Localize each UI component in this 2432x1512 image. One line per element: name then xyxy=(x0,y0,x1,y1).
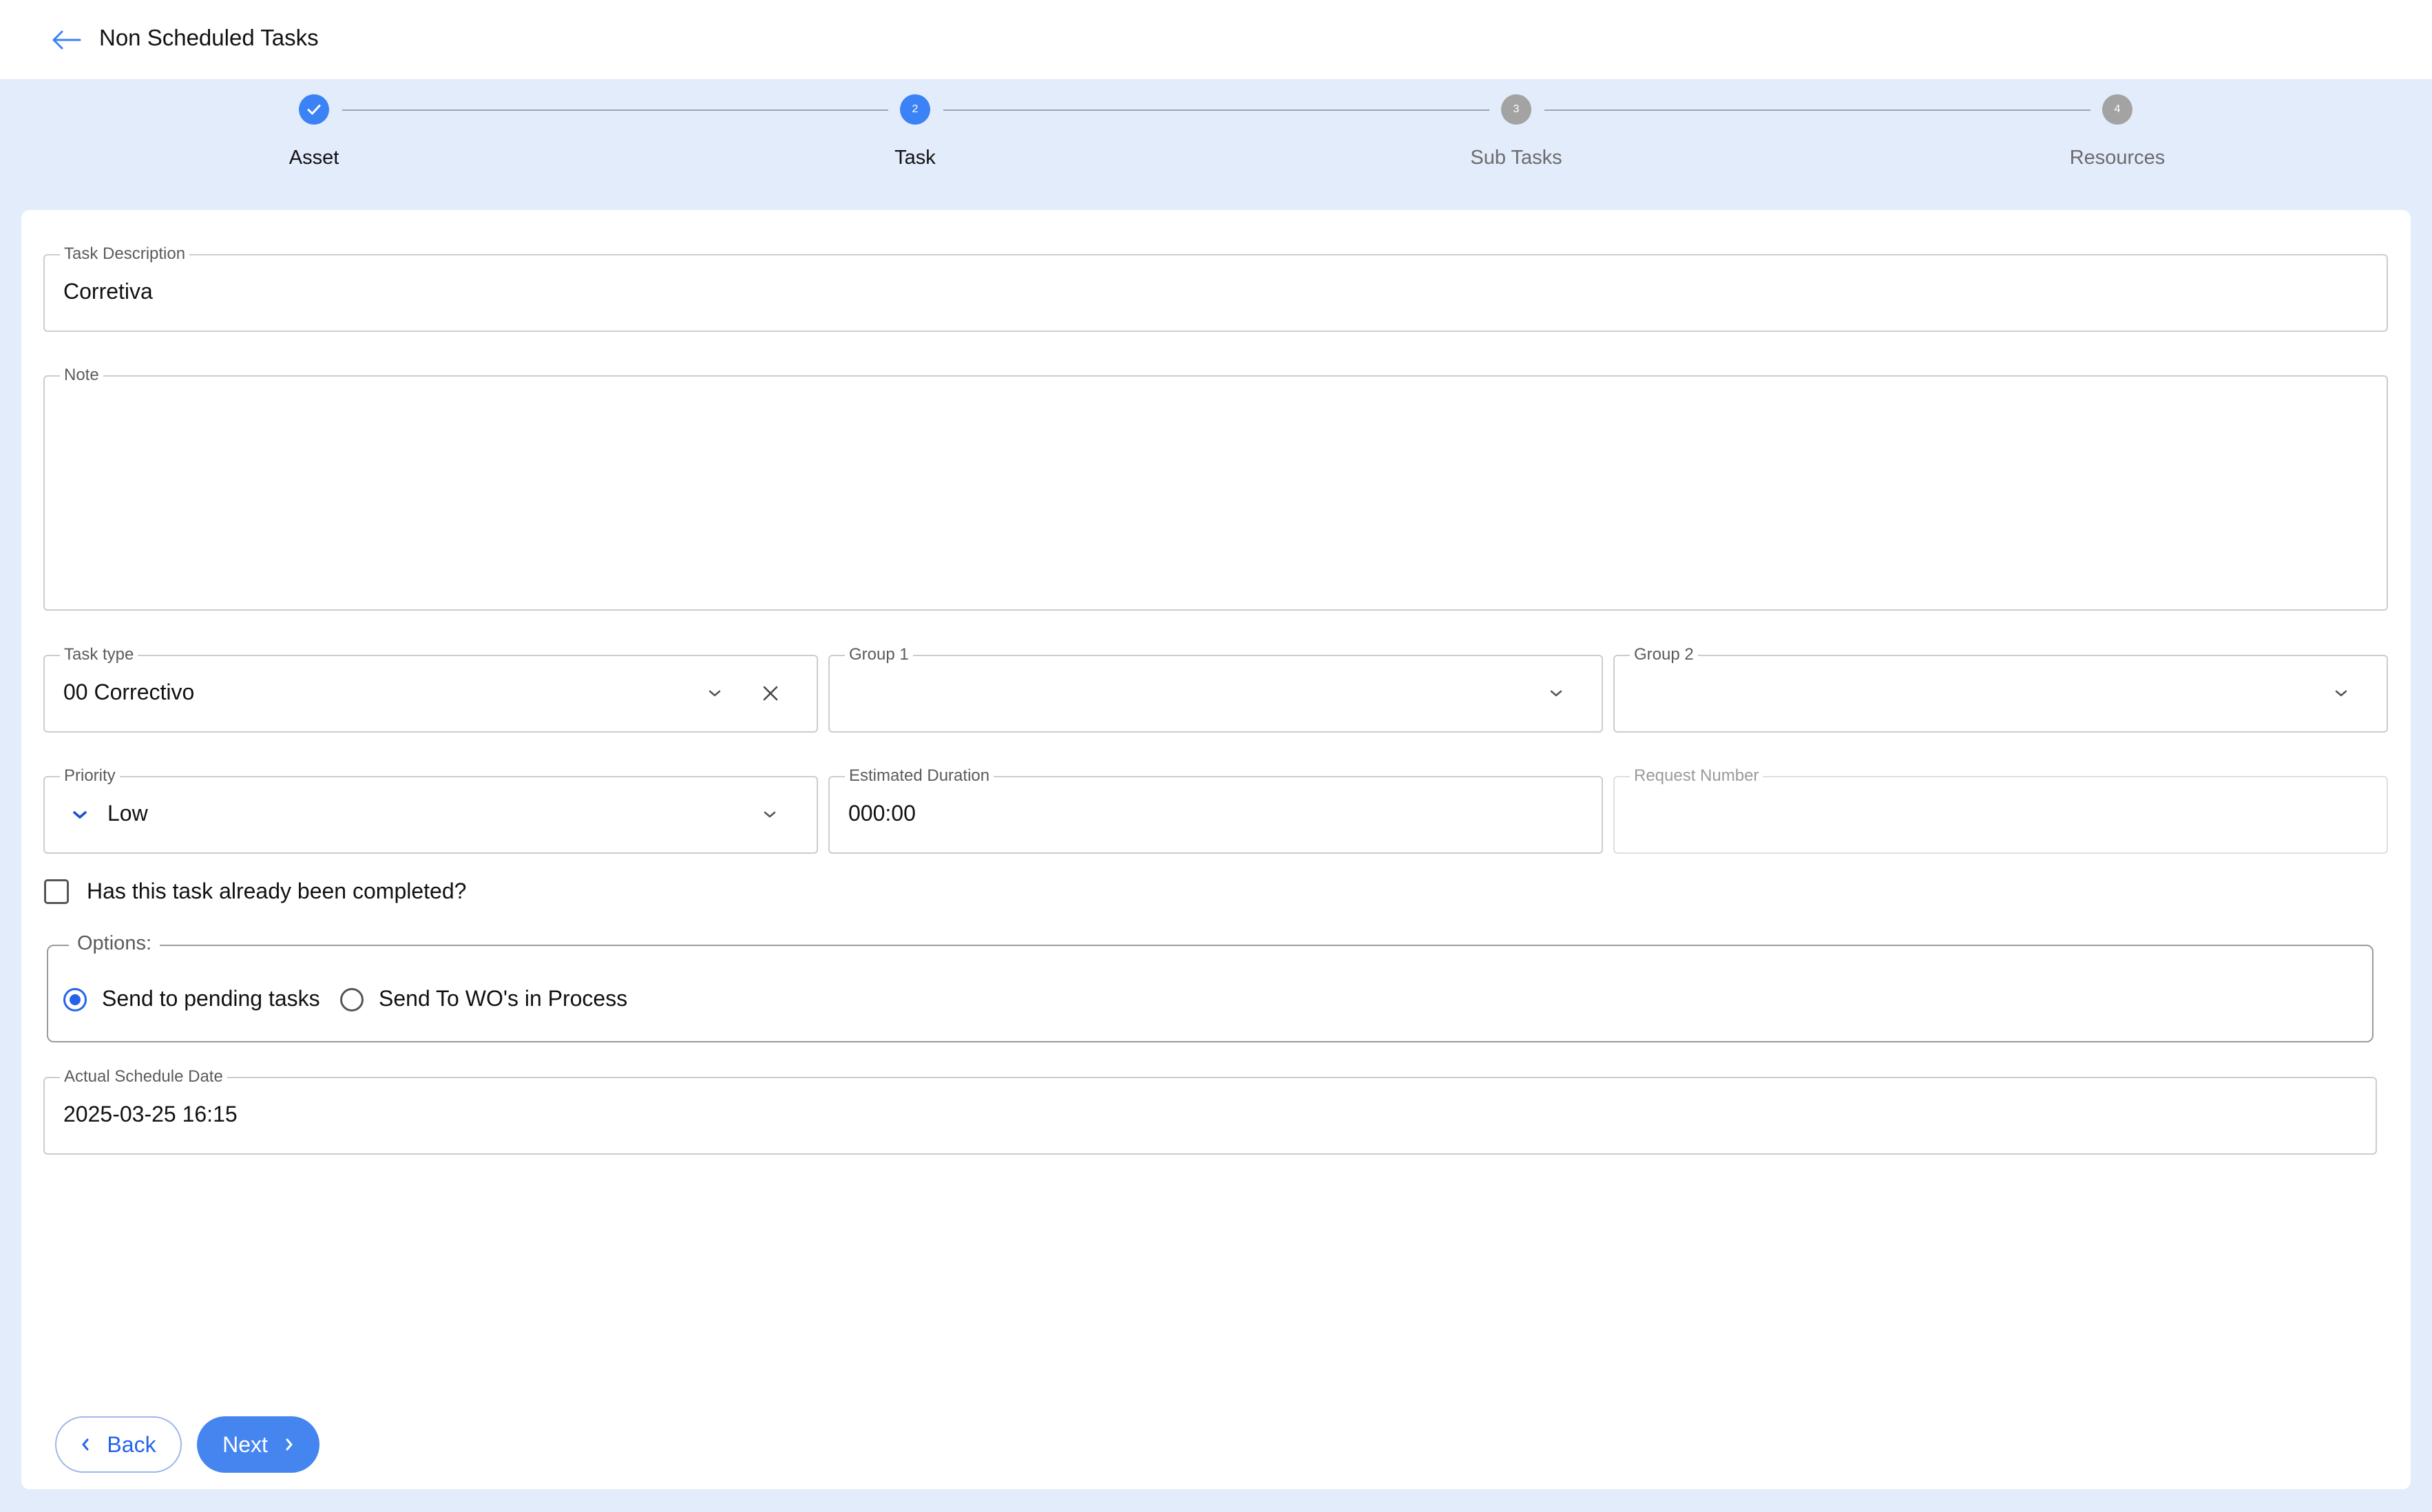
step-label-resources: Resources xyxy=(2069,147,2166,169)
send-to-pending-radio[interactable] xyxy=(63,988,87,1011)
estimated-duration-field[interactable]: Estimated Duration 000:00 xyxy=(828,766,1603,854)
group1-select[interactable]: Group 1 xyxy=(828,645,1603,733)
group2-label: Group 2 xyxy=(1630,645,1698,664)
send-to-wo-label[interactable]: Send To WO's in Process xyxy=(379,986,627,1011)
task-type-select[interactable]: Task type 00 Correctivo xyxy=(43,645,818,733)
priority-label: Priority xyxy=(60,766,120,786)
send-to-wo-radio[interactable] xyxy=(340,988,364,1011)
task-description-value: Corretiva xyxy=(63,279,153,304)
estimated-duration-value: 000:00 xyxy=(848,801,916,826)
chevron-right-icon xyxy=(284,1437,294,1452)
actual-schedule-date-value: 2025-03-25 16:15 xyxy=(63,1102,238,1126)
chevron-left-icon xyxy=(81,1437,90,1452)
chevron-down-icon[interactable] xyxy=(1546,683,1566,704)
task-description-field[interactable]: Task Description Corretiva xyxy=(43,244,2388,332)
estimated-duration-label: Estimated Duration xyxy=(845,766,994,786)
next-button[interactable]: Next xyxy=(197,1416,319,1473)
task-type-value: 00 Correctivo xyxy=(63,680,195,704)
chevron-down-icon[interactable] xyxy=(704,683,725,704)
send-to-pending-label[interactable]: Send to pending tasks xyxy=(102,986,320,1011)
step-subtasks-circle[interactable]: 3 xyxy=(1501,94,1531,125)
step-label-task: Task xyxy=(894,147,936,169)
stepper: 2 3 4 Asset Task Sub Tasks Resources xyxy=(0,79,2432,189)
step-connector xyxy=(342,109,888,111)
actual-schedule-date-field[interactable]: Actual Schedule Date 2025-03-25 16:15 xyxy=(43,1067,2377,1155)
step-label-sub-tasks: Sub Tasks xyxy=(1470,147,1562,169)
task-description-label: Task Description xyxy=(60,244,190,264)
step-connector xyxy=(943,109,1489,111)
task-completed-checkbox[interactable] xyxy=(44,879,69,904)
back-button-label: Back xyxy=(107,1431,156,1457)
options-group: Options: Send to pending tasks Send To W… xyxy=(47,932,2373,1042)
step-label-asset: Asset xyxy=(289,147,339,169)
priority-low-icon xyxy=(70,805,90,826)
next-button-label: Next xyxy=(222,1431,268,1457)
group1-label: Group 1 xyxy=(845,645,913,664)
step-asset-check-icon[interactable] xyxy=(299,94,329,125)
top-bar: Non Scheduled Tasks xyxy=(0,0,2432,79)
chevron-down-icon[interactable] xyxy=(759,804,780,825)
options-legend: Options: xyxy=(69,932,160,955)
back-button[interactable]: Back xyxy=(55,1416,182,1473)
priority-select[interactable]: Priority Low xyxy=(43,766,818,854)
priority-value: Low xyxy=(107,801,148,826)
page-title: Non Scheduled Tasks xyxy=(99,25,319,50)
group2-select[interactable]: Group 2 xyxy=(1613,645,2388,733)
task-type-label: Task type xyxy=(60,645,138,664)
actual-schedule-date-label: Actual Schedule Date xyxy=(60,1067,227,1086)
request-number-field: Request Number xyxy=(1613,766,2388,854)
clear-icon[interactable] xyxy=(760,683,781,704)
arrow-left-icon[interactable] xyxy=(48,23,84,56)
step-connector xyxy=(1544,109,2090,111)
request-number-label: Request Number xyxy=(1630,766,1763,786)
note-field[interactable]: Note xyxy=(43,366,2388,611)
chevron-down-icon[interactable] xyxy=(2331,683,2351,704)
task-completed-label: Has this task already been completed? xyxy=(87,879,467,903)
note-label: Note xyxy=(60,366,103,385)
step-task-circle[interactable]: 2 xyxy=(900,94,930,125)
step-resources-circle[interactable]: 4 xyxy=(2102,94,2132,125)
